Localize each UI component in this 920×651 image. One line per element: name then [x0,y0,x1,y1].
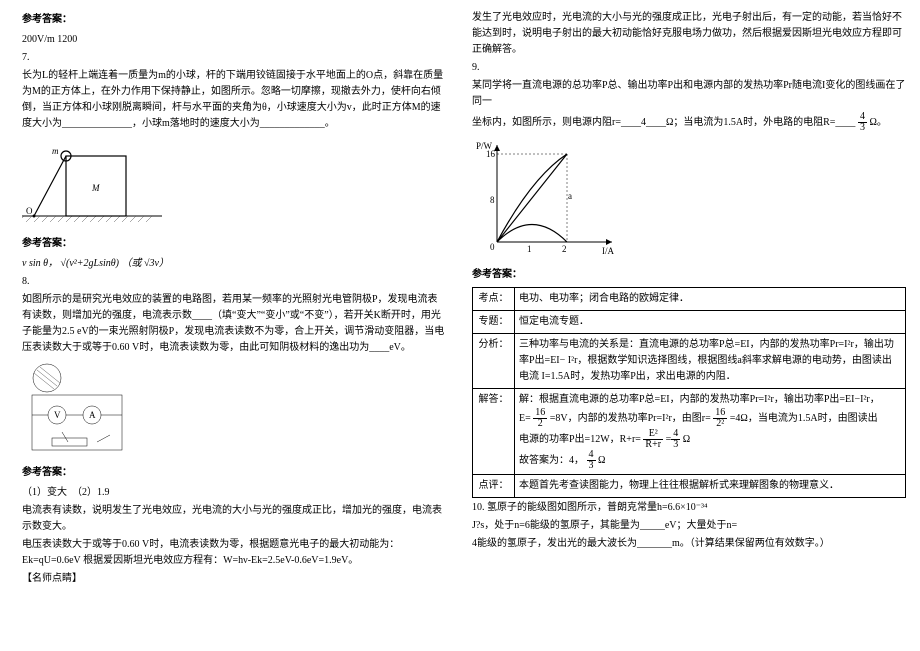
row-zt: 恒定电流专题． [515,311,906,334]
row-fx-label: 分析： [473,334,515,389]
svg-text:O: O [26,206,33,216]
q9-answer-table: 考点：电功、电功率；闭合电路的欧姆定律． 专题：恒定电流专题． 分析：三种功率与… [472,287,906,498]
svg-text:I/A: I/A [602,246,614,256]
q9-body2b: Ω。 [869,117,886,128]
svg-text:0: 0 [490,242,495,252]
q8-body: 如图所示的是研究光电效应的装置的电路图，若用某一频率的光照射光电管阴极P，发现电… [22,292,446,356]
left-column: 参考答案： 200V/m 1200 7. 长为L的轻杆上端连着一质量为m的小球，… [0,0,460,651]
q8-circuit-diagram: V A [22,360,446,461]
row-fx: 三种功率与电流的关系是：直流电源的总功率P总=EI，内部的发热功率Pr=I²r，… [515,334,906,389]
q6-answer: 200V/m 1200 [22,32,446,48]
right-top-text: 发生了光电效应时，光电流的大小与光的强度成正比，光电子射出后，有一定的动能，若当… [472,10,906,58]
q8-answer1: （1）变大 （2）1.9 [22,485,446,501]
row-jd: 解：根据直流电源的总功率P总=EI，内部的发热功率Pr=I²r，输出功率P出=E… [515,389,906,475]
svg-text:V: V [54,410,61,420]
q9-body2a: 坐标内，如图所示，则电源内阻r=____4____Ω；当电流为1.5A时，外电路… [472,117,855,128]
row-dp-label: 点评： [473,475,515,498]
q9-chart: P/WI/A 168 012 a [472,137,906,263]
q7-answer: v sin θ， √(v²+2gLsinθ) （或 √3v） [22,256,446,272]
svg-text:m: m [52,146,59,156]
q10-line2: J?s，处于n=6能级的氢原子，其能量为_____eV；大量处于n= [472,518,906,534]
svg-text:A: A [89,410,96,420]
svg-text:a: a [568,191,572,201]
q9-number: 9. [472,60,906,76]
svg-text:2: 2 [562,244,567,254]
q7-body: 长为L的轻杆上端连着一质量为m的小球，杆的下端用铰链固接于水平地面上的O点，斜靠… [22,68,446,132]
q7-number: 7. [22,50,446,66]
answer-label: 参考答案： [22,236,446,252]
row-dp: 本题首先考查读图能力，物理上往往根据解析式来理解图象的物理意义． [515,475,906,498]
row-jd-label: 解答： [473,389,515,475]
q8-exp2: 电压表读数大于或等于0.60 V时，电流表读数为零，根据题意光电子的最大初动能为… [22,537,446,569]
q9-body2: 坐标内，如图所示，则电源内阻r=____4____Ω；当电流为1.5A时，外电路… [472,112,906,133]
q10-line3: 4能级的氢原子，发出光的最大波长为_______m。（计算结果保留两位有效数字。… [472,536,906,552]
q9-body1: 某同学将一直流电源的总功率P总、输出功率P出和电源内部的发热功率Pr随电流I变化… [472,78,906,110]
svg-text:16: 16 [486,149,496,159]
q8-exp1: 电流表有读数，说明发生了光电效应，光电流的大小与光的强度成正比，增加光的强度，电… [22,503,446,535]
q7-diagram: M m O [22,136,446,232]
answer-label: 参考答案： [22,12,446,28]
teacher-tip-label: 【名师点睛】 [22,571,446,587]
svg-text:8: 8 [490,195,495,205]
row-kd-label: 考点： [473,288,515,311]
row-kd: 电功、电功率；闭合电路的欧姆定律． [515,288,906,311]
answer-label: 参考答案： [472,267,906,283]
svg-text:1: 1 [527,244,532,254]
row-zt-label: 专题： [473,311,515,334]
q10-line1: 10. 氢原子的能级图如图所示，普朗克常量h=6.6×10⁻³⁴ [472,500,906,516]
q8-number: 8. [22,274,446,290]
frac-4-3: 43 [858,112,867,133]
answer-label: 参考答案： [22,465,446,481]
right-column: 发生了光电效应时，光电流的大小与光的强度成正比，光电子射出后，有一定的动能，若当… [460,0,920,651]
svg-text:M: M [91,183,100,193]
